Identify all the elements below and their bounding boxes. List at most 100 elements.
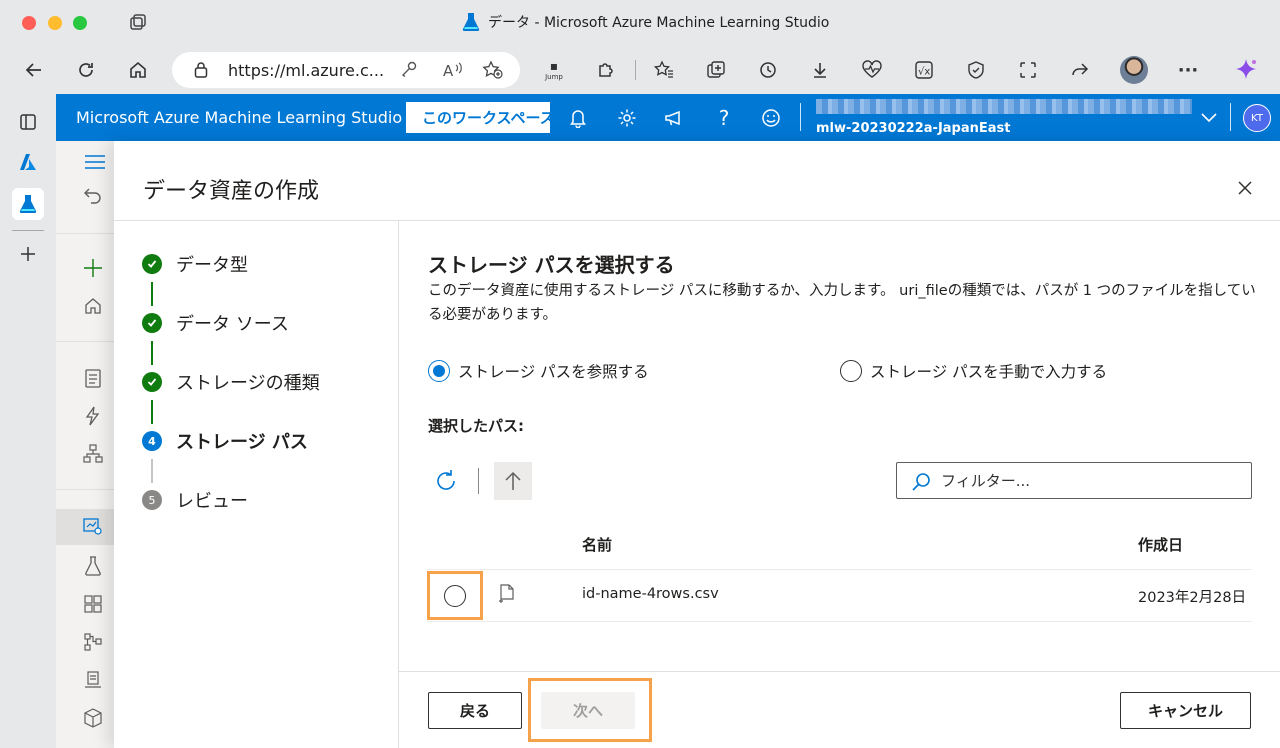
sidebar-divider [12, 230, 44, 231]
check-icon [142, 372, 162, 392]
read-aloud-icon[interactable]: A [442, 60, 464, 80]
highlight-box-next-button [528, 678, 652, 742]
cancel-button[interactable]: キャンセル [1120, 692, 1251, 729]
collections-icon[interactable] [702, 56, 730, 84]
workspace-button[interactable]: このワークスペース [406, 102, 550, 133]
back-arrow-icon[interactable] [20, 56, 48, 84]
app-title[interactable]: Microsoft Azure Machine Learning Studio [76, 108, 402, 127]
minimize-window-button[interactable] [48, 16, 62, 30]
radio-browse-storage-path[interactable]: ストレージ パスを参照する [428, 360, 649, 382]
workspace-chevron-down-icon[interactable] [1196, 105, 1222, 131]
table-cell-created: 2023年2月28日 [1138, 590, 1247, 606]
azure-ml-sidebar-icon[interactable] [12, 188, 44, 220]
radio-unselected-indicator [840, 360, 862, 382]
step-label: ストレージの種類 [176, 373, 320, 394]
svg-text:√x: √x [918, 67, 930, 78]
step-connector [151, 400, 153, 424]
section-description: このデータ資産に使用するストレージ パスに移動するか、入力します。 uri_fi… [428, 283, 1256, 323]
announcements-megaphone-icon[interactable] [662, 105, 688, 131]
workspace-name[interactable]: mlw-20230222a-JapanEast [816, 121, 1011, 136]
step-number: 4 [142, 431, 162, 451]
tab-title[interactable]: データ - Microsoft Azure Machine Learning S… [462, 12, 829, 32]
key-icon[interactable] [400, 60, 418, 78]
search-icon [912, 473, 930, 491]
notifications-bell-icon[interactable] [565, 105, 591, 131]
extensions-icon[interactable] [592, 56, 620, 84]
navigate-up-button[interactable] [494, 462, 532, 500]
azure-portal-icon[interactable] [12, 146, 44, 178]
column-header-name[interactable]: 名前 [582, 534, 612, 555]
new-plus-icon[interactable] [82, 257, 104, 279]
copilot-sparkle-icon[interactable] [1232, 56, 1260, 84]
notebook-icon[interactable] [82, 367, 104, 389]
refresh-icon[interactable] [432, 467, 460, 495]
history-icon[interactable] [754, 56, 782, 84]
automl-bolt-icon[interactable] [82, 405, 104, 427]
panel-header-divider [114, 220, 1280, 221]
nav-divider [56, 233, 116, 234]
footer-divider [398, 671, 1280, 672]
add-favorite-icon[interactable] [482, 60, 504, 80]
feedback-smiley-icon[interactable] [758, 105, 784, 131]
header-divider [800, 103, 801, 131]
profile-avatar[interactable] [1120, 56, 1148, 84]
browser-sidebar [0, 94, 56, 748]
models-cube-icon[interactable] [82, 707, 104, 729]
svg-text:A: A [443, 62, 454, 80]
step-label: データ ソース [176, 314, 289, 335]
step-data-type[interactable]: データ型 [142, 252, 248, 276]
radio-label: ストレージ パスを参照する [458, 363, 649, 381]
data-nav-icon[interactable] [82, 515, 104, 537]
home-nav-icon[interactable] [82, 295, 104, 317]
hamburger-menu-icon[interactable] [84, 151, 106, 173]
reload-icon[interactable] [72, 56, 100, 84]
filter-placeholder: フィルター... [941, 472, 1031, 490]
environments-icon[interactable] [82, 669, 104, 691]
file-icon [499, 584, 514, 603]
more-options-icon[interactable]: ··· [1174, 56, 1202, 84]
pipelines-icon[interactable] [82, 631, 104, 653]
browser-essentials-icon[interactable] [962, 56, 990, 84]
favorites-icon[interactable] [650, 56, 678, 84]
app-left-nav [56, 141, 116, 748]
sidebar-toggle-icon[interactable] [12, 106, 44, 138]
add-sidebar-app-icon[interactable] [12, 238, 44, 270]
step-storage-type[interactable]: ストレージの種類 [142, 370, 320, 394]
filter-input[interactable]: フィルター... [896, 462, 1252, 499]
panel-title: データ資産の作成 [143, 179, 320, 204]
check-icon [142, 313, 162, 333]
back-button[interactable]: 戻る [428, 692, 522, 729]
toolbar-divider [635, 60, 636, 80]
create-data-asset-panel: データ資産の作成 データ型 データ ソース ストレージの種類 4 ストレージ パ… [114, 141, 1280, 748]
radio-label: ストレージ パスを手動で入力する [870, 363, 1108, 381]
tab-collection-icon[interactable] [128, 13, 148, 33]
undo-icon[interactable] [82, 185, 104, 207]
maximize-window-button[interactable] [73, 16, 87, 30]
selected-path-label: 選択したパス: [428, 417, 524, 435]
step-connector [151, 341, 153, 365]
screenshot-icon[interactable] [1014, 56, 1042, 84]
performance-icon[interactable] [858, 56, 886, 84]
address-bar[interactable]: https://ml.azure.c... A [172, 52, 520, 88]
column-header-created[interactable]: 作成日 [1138, 534, 1183, 555]
share-icon[interactable] [1066, 56, 1094, 84]
math-solver-icon[interactable]: √x [910, 56, 938, 84]
components-icon[interactable] [82, 593, 104, 615]
highlight-box-row-radio [427, 571, 483, 620]
settings-gear-icon[interactable] [614, 105, 640, 131]
radio-manual-storage-path[interactable]: ストレージ パスを手動で入力する [840, 360, 1107, 382]
jump-extension-icon[interactable]: ▪ Jump [540, 56, 568, 84]
user-avatar[interactable]: KT [1243, 104, 1271, 132]
step-data-source[interactable]: データ ソース [142, 311, 289, 335]
downloads-icon[interactable] [806, 56, 834, 84]
table-cell-name[interactable]: id-name-4rows.csv [582, 586, 719, 602]
step-storage-path[interactable]: 4 ストレージ パス [142, 429, 308, 453]
toolbar-separator [478, 468, 479, 494]
close-icon[interactable] [1234, 177, 1256, 199]
jobs-flask-icon[interactable] [82, 555, 104, 577]
step-review[interactable]: 5 レビュー [142, 488, 248, 512]
help-question-icon[interactable]: ? [711, 105, 737, 131]
close-window-button[interactable] [22, 16, 36, 30]
home-icon[interactable] [124, 56, 152, 84]
designer-icon[interactable] [82, 443, 104, 465]
